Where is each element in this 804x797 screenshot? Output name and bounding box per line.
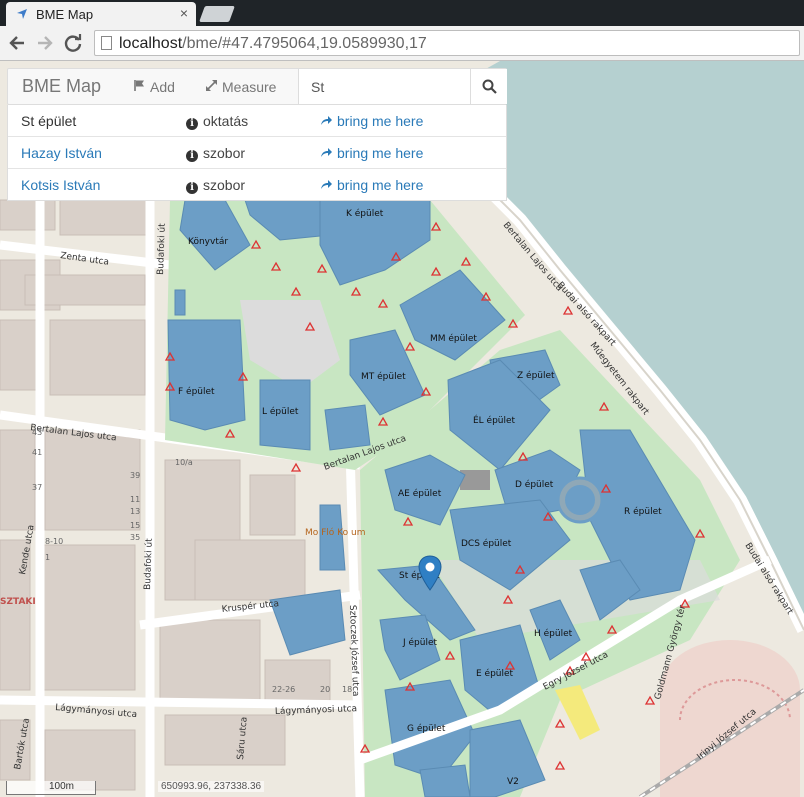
svg-text:15: 15	[130, 521, 140, 530]
map-label-z: Z épület	[517, 370, 555, 381]
bring-me-here-link[interactable]: bring me here	[320, 113, 423, 129]
svg-text:Mo Fló Ko um: Mo Fló Ko um	[305, 527, 365, 538]
tab-bme-map[interactable]: BME Map ×	[6, 2, 196, 26]
add-label: Add	[150, 79, 175, 95]
url-text: localhost/bme/#47.4795064,19.0589930,17	[119, 35, 427, 52]
add-button[interactable]: Add	[132, 79, 175, 95]
search-input[interactable]	[298, 69, 470, 104]
svg-text:11: 11	[130, 495, 140, 504]
scale-bar: 100m	[6, 781, 96, 795]
measure-button[interactable]: Measure	[204, 79, 276, 95]
result-row[interactable]: Hazay István i szobor bring me here	[8, 136, 506, 168]
map-label-mm: MM épület	[430, 333, 477, 344]
share-arrow-icon	[320, 177, 333, 193]
map-label-el: ÉL épület	[473, 414, 516, 426]
svg-text:39: 39	[130, 471, 140, 480]
svg-text:37: 37	[32, 483, 42, 492]
map-label-g: G épület	[407, 723, 446, 734]
search-icon	[482, 79, 497, 94]
tab-strip: BME Map ×	[0, 0, 804, 26]
measure-label: Measure	[222, 79, 277, 95]
page-icon	[101, 36, 112, 50]
map-label-f: F épület	[178, 386, 215, 397]
svg-text:SZTAKI: SZTAKI	[0, 597, 36, 607]
bring-me-here-link[interactable]: bring me here	[320, 145, 423, 161]
map-label-h: H épület	[534, 628, 573, 639]
result-category: i szobor	[186, 145, 245, 162]
map-label-d: D épület	[515, 479, 554, 490]
info-icon: i	[186, 182, 198, 194]
forward-arrow-icon[interactable]	[34, 32, 56, 54]
address-bar[interactable]: localhost/bme/#47.4795064,19.0589930,17	[94, 30, 800, 56]
app-brand[interactable]: BME Map	[22, 76, 101, 97]
svg-text:10/a: 10/a	[175, 458, 193, 467]
svg-text:13: 13	[130, 507, 140, 516]
svg-text:Lágymányosi utca: Lágymányosi utca	[275, 704, 357, 717]
result-name[interactable]: Kotsis István	[21, 177, 100, 193]
search-results: St épület i oktatás bring me here Hazay I…	[7, 105, 507, 201]
tab-close-icon[interactable]: ×	[180, 5, 188, 21]
map-label-e: E épület	[476, 668, 514, 679]
flag-icon	[132, 79, 146, 95]
svg-text:1: 1	[45, 553, 50, 562]
info-icon: i	[186, 118, 198, 130]
svg-text:18: 18	[342, 685, 352, 694]
svg-text:Budafoki út: Budafoki út	[143, 538, 155, 590]
svg-text:35: 35	[130, 533, 140, 542]
result-category: i oktatás	[186, 113, 248, 130]
bring-me-here-link[interactable]: bring me here	[320, 177, 423, 193]
browser-toolbar: localhost/bme/#47.4795064,19.0589930,17	[0, 26, 804, 61]
search-button[interactable]	[470, 69, 507, 104]
share-arrow-icon	[320, 145, 333, 161]
result-row[interactable]: Kotsis István i szobor bring me here	[8, 168, 506, 200]
coordinate-readout: 650993.96, 237338.36	[158, 781, 265, 792]
info-icon: i	[186, 150, 198, 162]
map-label-mt: MT épület	[361, 371, 406, 382]
result-row[interactable]: St épület i oktatás bring me here	[8, 105, 506, 136]
result-name[interactable]: Hazay István	[21, 145, 102, 161]
svg-text:20: 20	[320, 685, 330, 694]
svg-text:43: 43	[32, 428, 42, 437]
svg-text:8-10: 8-10	[45, 537, 63, 546]
map-label-dcs: DCS épület	[461, 538, 512, 549]
map-marker-icon[interactable]	[418, 555, 442, 591]
result-category: i szobor	[186, 177, 245, 194]
map-label-ae: AE épület	[398, 488, 442, 499]
app-navbar: BME Map Add Measure	[7, 68, 507, 105]
navigation-arrow-icon	[17, 9, 27, 19]
new-tab-button[interactable]	[199, 6, 235, 22]
map-label-r: R épület	[624, 506, 662, 517]
svg-text:41: 41	[32, 448, 42, 457]
svg-text:Budafoki út: Budafoki út	[156, 223, 168, 275]
svg-text:22-26: 22-26	[272, 685, 295, 694]
map-label-konyvtar: Könyvtár	[188, 237, 228, 247]
map-label-v2: V2	[507, 777, 519, 787]
share-arrow-icon	[320, 113, 333, 129]
back-arrow-icon[interactable]	[6, 32, 28, 54]
browser-window: BME Map × localhost/bme/#47.4795064,19.0…	[0, 0, 804, 797]
result-name[interactable]: St épület	[21, 113, 76, 129]
resize-arrows-icon	[204, 79, 218, 95]
map-label-j: J épület	[402, 637, 438, 648]
reload-icon[interactable]	[62, 32, 84, 54]
map-label-l: L épület	[262, 406, 299, 417]
tab-title: BME Map	[36, 7, 94, 22]
map-label-k: K épület	[346, 208, 384, 219]
